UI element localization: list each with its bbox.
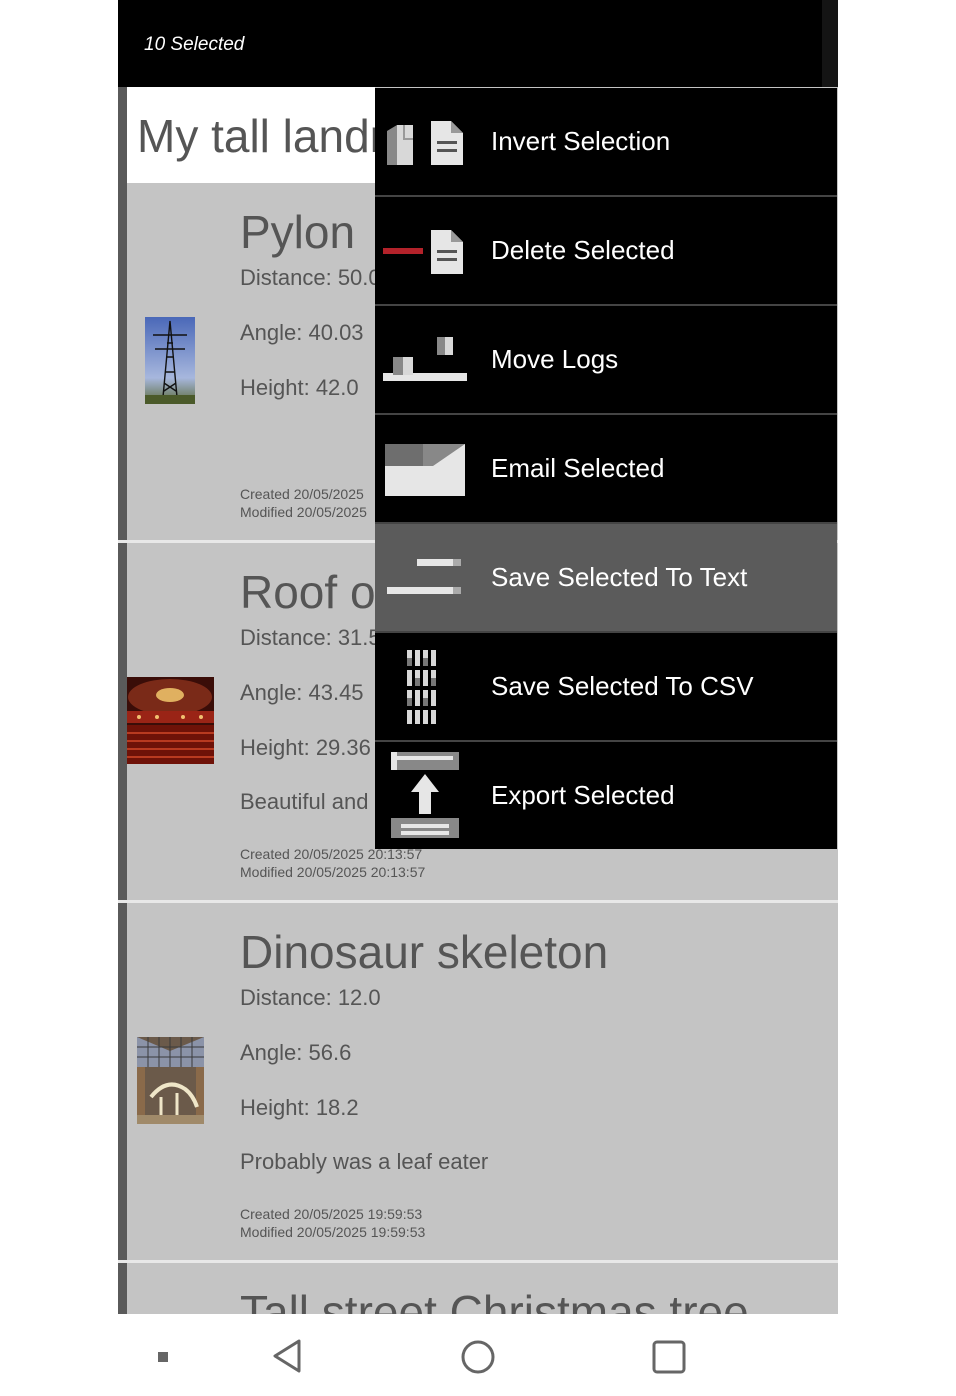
selection-indicator bbox=[118, 87, 127, 183]
entry-created: Created 20/05/2025 19:59:53 bbox=[240, 1206, 423, 1222]
scrollbar[interactable] bbox=[822, 0, 838, 87]
overview-icon[interactable] bbox=[652, 1340, 686, 1374]
menu-item-save-selected-to-text[interactable]: Save Selected To Text bbox=[375, 524, 837, 633]
menu-item-label: Save Selected To CSV bbox=[491, 671, 754, 701]
back-icon[interactable] bbox=[270, 1338, 304, 1374]
menu-item-delete-selected[interactable]: Delete Selected bbox=[375, 197, 837, 306]
entry-timestamps: Created 20/05/2025 19:59:53 Modified 20/… bbox=[240, 1205, 425, 1241]
menu-item-label: Delete Selected bbox=[491, 235, 675, 265]
menu-item-label: Invert Selection bbox=[491, 126, 671, 156]
selection-indicator bbox=[118, 183, 127, 543]
entry-name: Tall street Christmas tree bbox=[240, 1286, 749, 1314]
entry-name: Pylon bbox=[240, 206, 356, 258]
entry-modified: Modified 20/05/2025 20:13:57 bbox=[240, 864, 426, 880]
entry-height: Height: 18.2 bbox=[240, 1095, 359, 1120]
menu-item-save-selected-to-csv[interactable]: Save Selected To CSV bbox=[375, 633, 837, 742]
heading-box: My tall landmarks bbox=[127, 87, 375, 183]
entry-angle: Angle: 43.45 bbox=[240, 680, 364, 705]
theatre-photo-thumbnail bbox=[127, 677, 214, 764]
entry-timestamps: Created 20/05/2025 20:13:57 Modified 20/… bbox=[240, 845, 425, 881]
entry-modified: Modified 20/05/2025 19:59:53 bbox=[240, 1224, 426, 1240]
entry-height: Height: 29.36 bbox=[240, 735, 371, 760]
entry-modified: Modified 20/05/2025 bbox=[240, 504, 367, 520]
menu-item-email-selected[interactable]: Email Selected bbox=[375, 415, 837, 524]
list-item[interactable]: Tall street Christmas tree bbox=[118, 1263, 838, 1314]
menu-item-move-logs[interactable]: Move Logs bbox=[375, 306, 837, 415]
selection-indicator bbox=[118, 903, 127, 1263]
menu-item-label: Export Selected bbox=[491, 780, 675, 810]
home-icon[interactable] bbox=[460, 1339, 496, 1375]
entry-created: Created 20/05/2025 bbox=[240, 486, 364, 502]
list-heading-title: My tall landmarks bbox=[137, 110, 375, 162]
menu-item-invert-selection[interactable]: Invert Selection bbox=[375, 88, 837, 197]
invert-selection-icon bbox=[387, 121, 463, 165]
move-logs-icon bbox=[383, 337, 467, 381]
menu-item-label: Save Selected To Text bbox=[491, 562, 748, 592]
menu-item-export-selected[interactable]: Export Selected bbox=[375, 742, 837, 849]
email-icon bbox=[385, 444, 465, 496]
entry-note: Probably was a leaf eater bbox=[240, 1149, 489, 1174]
entry-angle: Angle: 56.6 bbox=[240, 1040, 352, 1065]
export-icon bbox=[391, 752, 459, 838]
entry-distance: Distance: 50.0 bbox=[240, 265, 381, 290]
entry-angle: Angle: 40.03 bbox=[240, 320, 364, 345]
entry-note: Beautiful and bbox=[240, 789, 369, 814]
entry-timestamps: Created 20/05/2025 Modified 20/05/2025 bbox=[240, 485, 367, 521]
selection-indicator bbox=[118, 1263, 127, 1314]
list-item[interactable]: Dinosaur skeleton Distance: 12.0 Angle: … bbox=[118, 903, 838, 1263]
overflow-menu: Invert Selection Delete Selected Move Lo… bbox=[375, 88, 837, 849]
menu-item-label: Move Logs bbox=[491, 344, 619, 374]
pylon-photo-thumbnail bbox=[145, 317, 195, 404]
save-text-icon bbox=[387, 559, 461, 594]
selection-indicator bbox=[118, 543, 127, 903]
delete-selected-icon bbox=[383, 230, 463, 274]
entry-height: Height: 42.0 bbox=[240, 375, 359, 400]
entry-distance: Distance: 31.5 bbox=[240, 625, 381, 650]
action-bar: 10 Selected bbox=[118, 0, 838, 87]
system-navigation-bar bbox=[0, 1314, 956, 1396]
save-csv-icon bbox=[407, 650, 436, 724]
selection-count-title: 10 Selected bbox=[144, 34, 245, 55]
recents-dot-icon[interactable] bbox=[157, 1351, 169, 1363]
entry-distance: Distance: 12.0 bbox=[240, 985, 381, 1010]
entry-name: Dinosaur skeleton bbox=[240, 926, 609, 978]
dinosaur-photo-thumbnail bbox=[137, 1037, 204, 1124]
menu-item-label: Email Selected bbox=[491, 453, 665, 483]
